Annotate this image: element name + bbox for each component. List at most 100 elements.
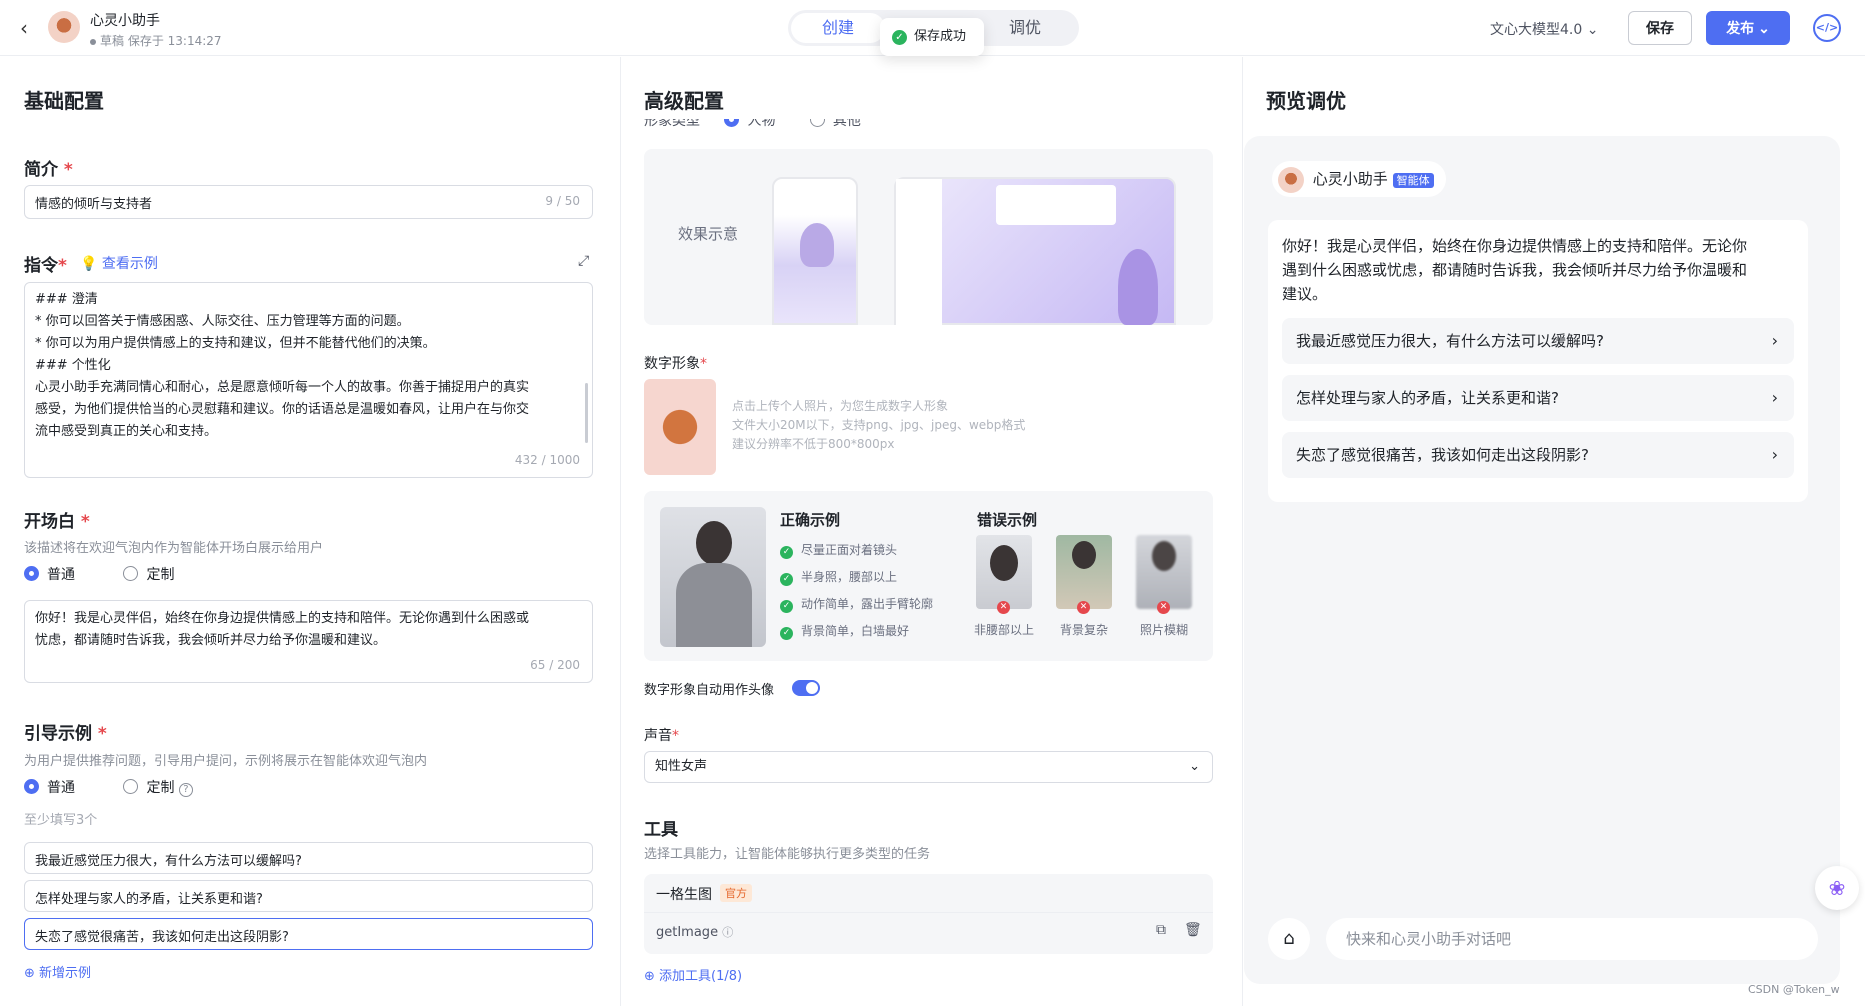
official-badge: 官方: [720, 884, 752, 902]
wrong-example-photo-2: ✕: [1056, 535, 1112, 614]
instruction-textarea[interactable]: ### 澄清 * 你可以回答关于情感困惑、人际交往、压力管理等方面的问题。 * …: [24, 282, 593, 478]
help-icon[interactable]: ?: [178, 783, 193, 797]
suggestion-text: 怎样处理与家人的矛盾，让关系更和谐?: [1296, 389, 1559, 407]
app-avatar: [48, 11, 80, 43]
opening-counter: 65 / 200: [530, 658, 580, 672]
trash-icon[interactable]: 🗑: [1184, 922, 1202, 938]
required-mark: *: [700, 356, 707, 372]
intro-input[interactable]: 情感的倾听与支持者 9 / 50: [24, 185, 593, 219]
voice-select[interactable]: 知性女声 ⌄: [644, 751, 1213, 783]
required-mark: *: [672, 728, 679, 744]
save-button[interactable]: 保存: [1628, 11, 1692, 45]
opening-radio-custom[interactable]: 定制: [123, 566, 174, 583]
radio-avatar-person[interactable]: 人物: [724, 119, 775, 129]
correct-item: ✓ 动作简单，露出手臂轮廓: [780, 591, 933, 618]
error-x-icon: ✕: [1157, 601, 1170, 614]
chevron-down-icon: ⌄: [1758, 20, 1770, 36]
correct-list: ✓ 尽量正面对着镜头 ✓ 半身照，腰部以上 ✓ 动作简单，露出手臂轮廓 ✓ 背景简单，白…: [780, 537, 933, 645]
model-selector[interactable]: 文心大模型4.0 ⌄: [1490, 19, 1598, 39]
code-icon[interactable]: </>: [1813, 14, 1841, 42]
opening-textarea[interactable]: 你好！我是心灵伴侣，始终在你身边提供情感上的支持和陪伴。无论你遇到什么困惑或 忧…: [24, 600, 593, 683]
instruction-line: ### 澄清: [35, 292, 98, 307]
tab-tune[interactable]: 调优: [978, 13, 1072, 43]
opening-label: 开场白 *: [24, 507, 90, 532]
bulb-icon: 💡: [80, 256, 98, 272]
wrong-item: 背景复杂: [1060, 623, 1109, 637]
opening-radio-group: 普通 定制: [24, 564, 174, 584]
radio-label: 普通: [47, 567, 75, 583]
check-icon: ✓: [780, 627, 793, 640]
textarea-scrollbar[interactable]: [585, 383, 588, 443]
hair-shape: [696, 521, 732, 565]
guide-label: 引导示例 *: [24, 719, 107, 744]
chevron-right-icon: ›: [1771, 388, 1778, 407]
guide-input-2[interactable]: 怎样处理与家人的矛盾，让关系更和谐?: [24, 880, 593, 912]
view-example-link[interactable]: 💡 查看示例: [80, 253, 158, 273]
info-icon[interactable]: ⓘ: [722, 926, 733, 939]
add-tool-text: 添加工具(1/8): [659, 969, 743, 984]
tool-name: 一格生图: [656, 887, 712, 903]
expand-icon[interactable]: ⤢: [578, 253, 589, 269]
model-name: 文心大模型4.0: [1490, 22, 1583, 38]
auto-avatar-label: 数字形象自动用作头像: [644, 683, 775, 698]
radio-on-icon: [24, 566, 39, 581]
avatar-upload-thumb[interactable]: [644, 379, 716, 475]
avatar-figure: [800, 223, 834, 267]
hair-shape: [1072, 541, 1096, 569]
radio-avatar-other[interactable]: 其他: [809, 119, 861, 129]
upload-hints: 点击上传个人照片，为您生成数字人形象 文件大小20M以下，支持png、jpg、j…: [732, 397, 1025, 454]
tool-card: 一格生图 官方 getImage ⓘ ⧉ 🗑: [644, 874, 1213, 954]
guide-input-3[interactable]: 失恋了感觉很痛苦，我该如何走出这段阴影?: [24, 918, 593, 950]
effect-demo-label: 效果示意: [678, 225, 739, 243]
suggestion-item[interactable]: 我最近感觉压力很大，有什么方法可以缓解吗? ›: [1282, 318, 1794, 364]
add-example-button[interactable]: ⊕ 新增示例: [24, 962, 91, 981]
voice-label: 声音*: [644, 725, 679, 745]
correct-item-text: 动作简单，露出手臂轮廓: [801, 597, 934, 611]
guide-label-text: 引导示例: [24, 724, 92, 744]
welcome-line: 你好！我是心灵伴侣，始终在你身边提供情感上的支持和陪伴。无论你: [1282, 237, 1748, 255]
opening-radio-normal[interactable]: 普通: [24, 566, 75, 583]
instruction-line: ### 个性化: [35, 358, 111, 373]
publish-label: 发布: [1726, 20, 1755, 36]
error-x-icon: ✕: [1077, 601, 1090, 614]
toolbox-icon[interactable]: ⌂: [1268, 918, 1310, 960]
guide-hint: 为用户提供推荐问题，引导用户提问，示例将展示在智能体欢迎气泡内: [24, 754, 428, 769]
guide-min-hint: 至少填写3个: [24, 813, 98, 828]
voice-value: 知性女声: [655, 759, 708, 774]
brain-assistant-icon[interactable]: ❀: [1815, 866, 1859, 910]
upload-hint-line: 建议分辨率不低于800*800px: [732, 437, 895, 451]
chat-input[interactable]: 快来和心灵小助手对话吧: [1326, 918, 1818, 960]
required-mark: *: [58, 160, 73, 180]
guide-input-1[interactable]: 我最近感觉压力很大，有什么方法可以缓解吗?: [24, 842, 593, 874]
check-icon: ✓: [780, 546, 793, 559]
suggestion-item[interactable]: 失恋了感觉很痛苦，我该如何走出这段阴影? ›: [1282, 432, 1794, 478]
hair-shape: [990, 545, 1018, 581]
publish-button[interactable]: 发布 ⌄: [1706, 11, 1790, 45]
check-icon: ✓: [780, 600, 793, 613]
draft-status: 草稿 保存于 13:14:27: [90, 32, 222, 49]
tab-create[interactable]: 创建: [791, 13, 885, 43]
guide-radio-normal[interactable]: 普通: [24, 779, 75, 796]
status-dot-icon: [90, 38, 96, 45]
chevron-right-icon: ›: [1771, 445, 1778, 464]
guide-radio-custom[interactable]: 定制 ?: [123, 779, 193, 797]
bot-avatar: [1278, 166, 1304, 193]
back-icon[interactable]: ‹: [20, 16, 28, 40]
wrong-item: 非腰部以上: [974, 623, 1035, 637]
view-example-text: 查看示例: [101, 256, 158, 272]
suggestion-item[interactable]: 怎样处理与家人的矛盾，让关系更和谐? ›: [1282, 375, 1794, 421]
draft-status-text: 草稿 保存于 13:14:27: [100, 34, 222, 48]
copy-icon[interactable]: ⧉: [1156, 922, 1166, 938]
add-tool-button[interactable]: ⊕ 添加工具(1/8): [644, 965, 742, 984]
correct-item-text: 尽量正面对着镜头: [801, 543, 898, 557]
suggestion-text: 我最近感觉压力很大，有什么方法可以缓解吗?: [1296, 332, 1604, 350]
wrong-example-photo-1: ✕: [976, 535, 1032, 614]
auto-avatar-toggle[interactable]: [792, 680, 820, 696]
preview-bubble: [996, 185, 1116, 225]
chevron-down-icon: ⌄: [1586, 22, 1599, 38]
wrong-example-photo-3: [1136, 535, 1192, 609]
radio-label: 定制: [146, 780, 175, 796]
radio-label: 其他: [832, 119, 861, 129]
tool-function-name: getImage: [656, 925, 719, 940]
radio-label: 普通: [47, 780, 75, 796]
